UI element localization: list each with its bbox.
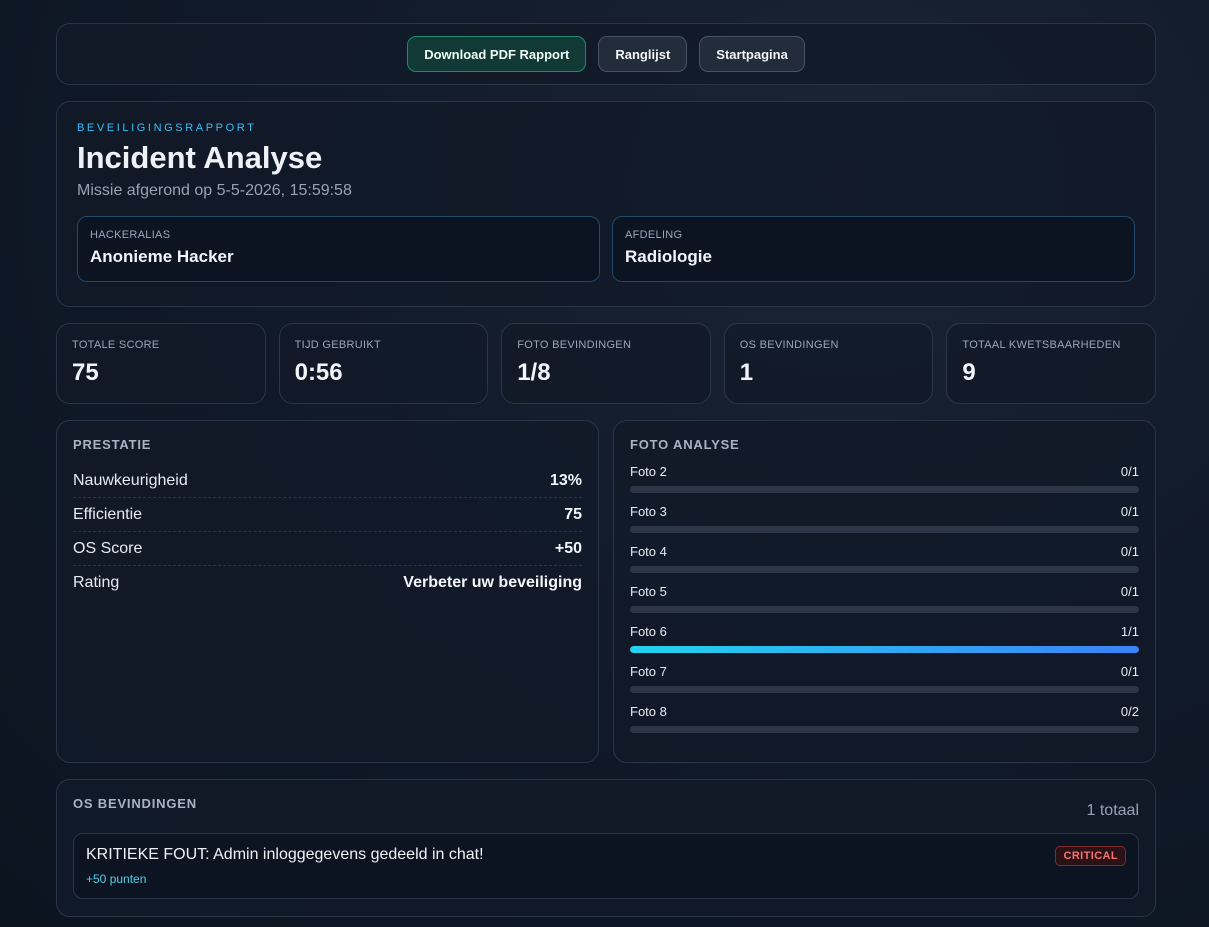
photo-analysis-title: FOTO ANALYSE bbox=[630, 437, 740, 452]
performance-panel: PRESTATIE Nauwkeurigheid 13% Efficientie… bbox=[56, 420, 599, 763]
photo-label: Foto 7 bbox=[630, 664, 667, 679]
photo-label: Foto 5 bbox=[630, 584, 667, 599]
photo-label: Foto 4 bbox=[630, 544, 667, 559]
stat-total-score: TOTALE SCORE 75 bbox=[56, 323, 266, 404]
photo-progress-bar bbox=[630, 526, 1139, 533]
stat-value: 1 bbox=[739, 359, 754, 386]
stat-value: 9 bbox=[962, 359, 976, 386]
performance-title: PRESTATIE bbox=[73, 437, 152, 452]
performance-row-value: 75 bbox=[564, 505, 582, 523]
photo-progress-bar bbox=[630, 726, 1139, 733]
photo-label: Foto 6 bbox=[630, 624, 667, 639]
stat-label: OS BEVINDINGEN bbox=[739, 339, 839, 351]
department-value: Radiologie bbox=[625, 247, 712, 266]
photo-score: 1/1 bbox=[1120, 624, 1139, 639]
performance-row-accuracy: Nauwkeurigheid 13% bbox=[73, 464, 582, 498]
photo-item: Foto 3 0/1 bbox=[630, 504, 1139, 544]
stat-value: 1/8 bbox=[517, 359, 551, 386]
stat-value: 75 bbox=[72, 359, 99, 386]
photo-progress-bar bbox=[630, 486, 1139, 493]
performance-row-value: Verbeter uw beveiliging bbox=[403, 574, 582, 591]
photo-score: 0/1 bbox=[1120, 584, 1139, 599]
stat-photo-findings: FOTO BEVINDINGEN 1/8 bbox=[501, 323, 711, 404]
photo-item: Foto 7 0/1 bbox=[630, 664, 1139, 704]
stat-os-findings: OS BEVINDINGEN 1 bbox=[723, 323, 934, 404]
stat-value: 0:56 bbox=[294, 359, 343, 386]
hacker-alias-value: Anonieme Hacker bbox=[90, 247, 234, 266]
performance-row-rating: Rating Verbeter uw beveiliging bbox=[73, 566, 582, 600]
photo-item: Foto 2 0/1 bbox=[630, 464, 1139, 504]
performance-row-value: +50 bbox=[554, 539, 582, 557]
stat-label: TIJD GEBRUIKT bbox=[294, 339, 381, 351]
finding-text: KRITIEKE FOUT: Admin inloggegevens gedee… bbox=[86, 846, 484, 863]
performance-row-label: Efficientie bbox=[73, 505, 143, 523]
toolbar: Download PDF Rapport Ranglijst Startpagi… bbox=[56, 23, 1156, 85]
page-title: Incident Analyse bbox=[77, 140, 323, 175]
performance-list: Nauwkeurigheid 13% Efficientie 75 OS Sco… bbox=[73, 464, 582, 600]
performance-row-label: Rating bbox=[73, 574, 120, 591]
photo-list: Foto 2 0/1 Foto 3 0/1 Foto 4 0/1 Foto 5 0/1 … bbox=[630, 464, 1139, 744]
completion-timestamp: Missie afgerond op 5-5-2026, 15:59:58 bbox=[77, 182, 352, 199]
photo-score: 0/1 bbox=[1120, 544, 1139, 559]
severity-badge: CRITICAL bbox=[1055, 846, 1126, 866]
photo-progress-bar bbox=[630, 606, 1139, 613]
home-button[interactable]: Startpagina bbox=[699, 36, 805, 72]
photo-progress-bar bbox=[630, 686, 1139, 693]
panels-row: PRESTATIE Nauwkeurigheid 13% Efficientie… bbox=[56, 420, 1156, 763]
report-eyebrow: BEVEILIGINGSRAPPORT bbox=[77, 122, 257, 134]
performance-row-label: OS Score bbox=[73, 539, 143, 557]
photo-analysis-panel: FOTO ANALYSE Foto 2 0/1 Foto 3 0/1 Foto 4 0… bbox=[613, 420, 1156, 763]
performance-row-efficiency: Efficientie 75 bbox=[73, 498, 582, 532]
photo-progress-fill bbox=[630, 646, 1139, 653]
report-header: BEVEILIGINGSRAPPORT Incident Analyse Mis… bbox=[56, 101, 1156, 307]
photo-item: Foto 8 0/2 bbox=[630, 704, 1139, 744]
photo-label: Foto 2 bbox=[630, 464, 667, 479]
stat-label: TOTALE SCORE bbox=[72, 339, 160, 351]
department-label: AFDELING bbox=[625, 229, 683, 241]
photo-label: Foto 8 bbox=[630, 704, 667, 719]
photo-score: 0/2 bbox=[1120, 704, 1139, 719]
photo-item: Foto 6 1/1 bbox=[630, 624, 1139, 664]
photo-score: 0/1 bbox=[1120, 504, 1139, 519]
os-findings-total: 1 totaal bbox=[1086, 802, 1139, 819]
stat-label: TOTAAL KWETSBAARHEDEN bbox=[962, 339, 1121, 351]
os-findings-title: OS BEVINDINGEN bbox=[73, 796, 197, 811]
hacker-alias-label: HACKERALIAS bbox=[90, 229, 171, 241]
download-pdf-button[interactable]: Download PDF Rapport bbox=[407, 36, 587, 72]
hacker-alias-box: HACKERALIAS Anonieme Hacker bbox=[77, 216, 600, 282]
stats-row: TOTALE SCORE 75 TIJD GEBRUIKT 0:56 FOTO … bbox=[56, 323, 1156, 404]
photo-progress-bar bbox=[630, 566, 1139, 573]
report-page: Download PDF Rapport Ranglijst Startpagi… bbox=[56, 23, 1156, 917]
photo-score: 0/1 bbox=[1120, 664, 1139, 679]
finding-item: KRITIEKE FOUT: Admin inloggegevens gedee… bbox=[73, 833, 1139, 899]
performance-row-label: Nauwkeurigheid bbox=[73, 471, 188, 489]
leaderboard-button[interactable]: Ranglijst bbox=[598, 36, 688, 72]
photo-score: 0/1 bbox=[1120, 464, 1139, 479]
department-box: AFDELING Radiologie bbox=[612, 216, 1135, 282]
info-row: HACKERALIAS Anonieme Hacker AFDELING Rad… bbox=[77, 216, 1135, 282]
photo-item: Foto 5 0/1 bbox=[630, 584, 1139, 624]
os-findings-panel: OS BEVINDINGEN 1 totaal KRITIEKE FOUT: A… bbox=[56, 779, 1156, 917]
photo-item: Foto 4 0/1 bbox=[630, 544, 1139, 584]
photo-progress-bar bbox=[630, 646, 1139, 653]
finding-points: +50 punten bbox=[86, 872, 147, 886]
performance-row-os-score: OS Score +50 bbox=[73, 532, 582, 566]
photo-label: Foto 3 bbox=[630, 504, 667, 519]
stat-total-vulnerabilities: TOTAAL KWETSBAARHEDEN 9 bbox=[946, 323, 1156, 404]
stat-time-used: TIJD GEBRUIKT 0:56 bbox=[278, 323, 489, 404]
stat-label: FOTO BEVINDINGEN bbox=[517, 339, 632, 351]
performance-row-value: 13% bbox=[549, 471, 582, 489]
